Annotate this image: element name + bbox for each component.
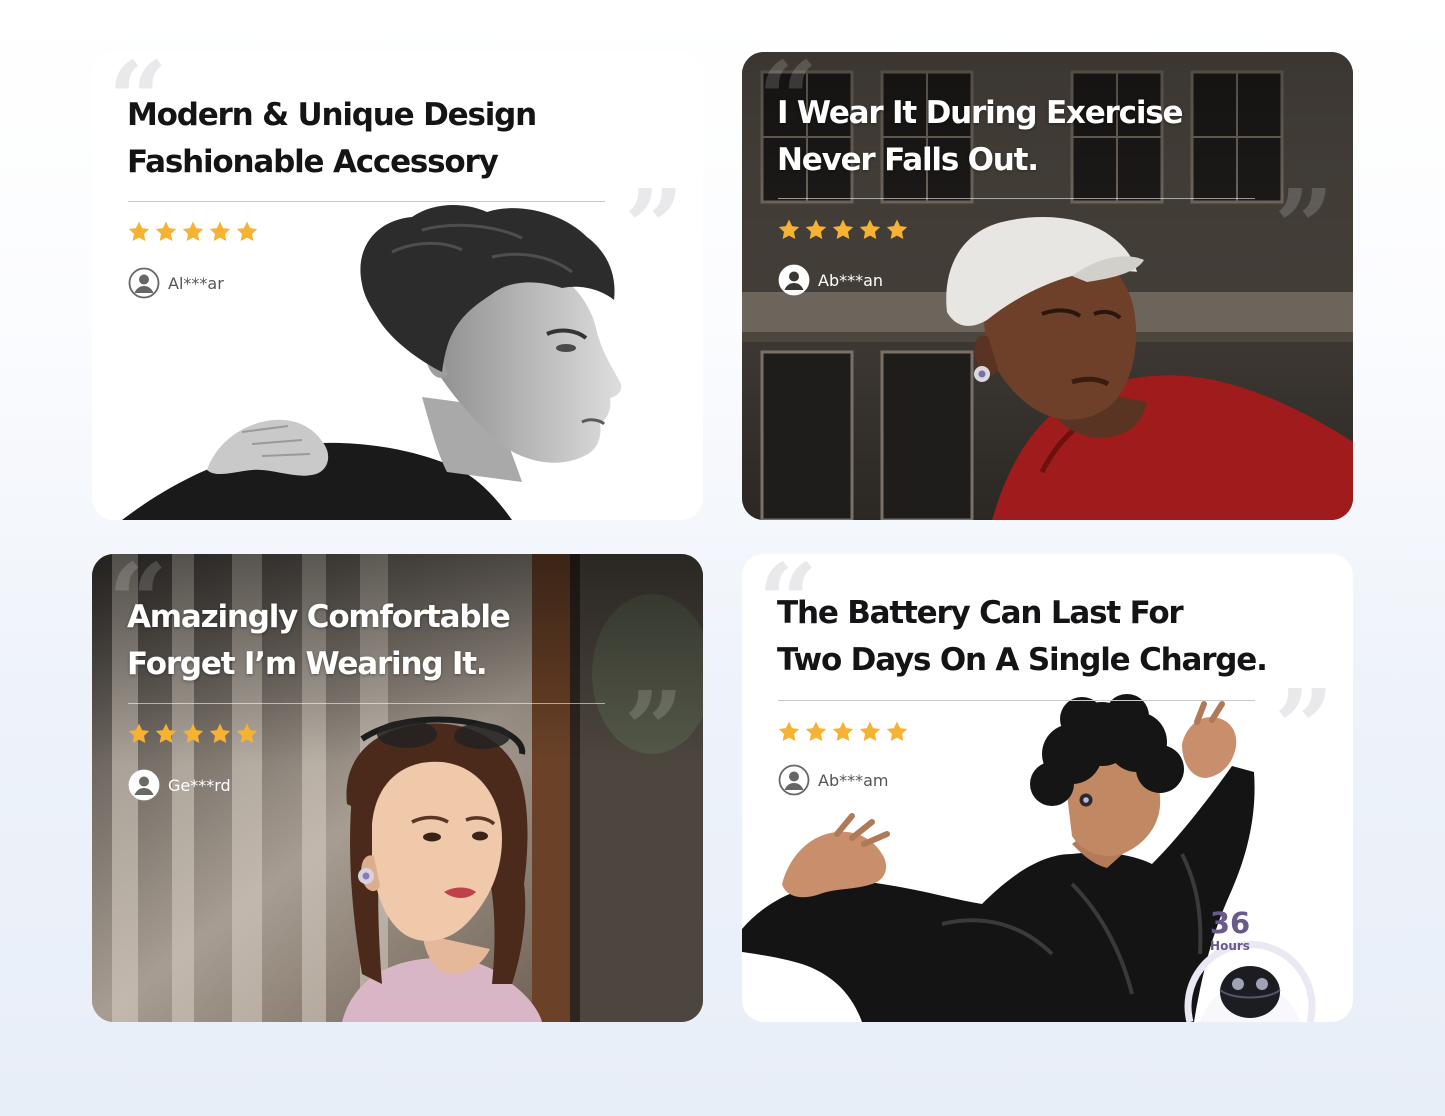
review-card-3: “ ” Amazingly Comfortable Forget I’m Wea… xyxy=(92,554,703,1022)
divider xyxy=(778,198,1255,199)
star-icon xyxy=(858,720,882,744)
star-icon xyxy=(208,722,232,746)
reviewer-name: Ab***an xyxy=(818,270,884,290)
star-icon xyxy=(208,220,232,244)
battery-hours-value: 36 xyxy=(1209,906,1251,940)
star-icon xyxy=(777,218,801,242)
reviewer: Al***ar xyxy=(128,267,224,299)
star-icon xyxy=(154,220,178,244)
star-icon xyxy=(181,722,205,746)
star-icon xyxy=(127,722,151,746)
user-avatar-icon xyxy=(778,264,810,296)
user-avatar-icon xyxy=(128,769,160,801)
divider xyxy=(128,201,605,202)
reviewer-name: Ab***am xyxy=(818,770,889,790)
star-icon xyxy=(804,218,828,242)
review-card-2: “ ” I Wear It During Exercise Never Fall… xyxy=(742,52,1353,520)
headline-line-2: Fashionable Accessory xyxy=(127,144,499,180)
divider xyxy=(778,700,1255,701)
star-icon xyxy=(235,722,259,746)
star-icon xyxy=(127,220,151,244)
star-rating xyxy=(777,218,909,246)
review-headline: The Battery Can Last For Two Days On A S… xyxy=(777,590,1337,684)
reviewer: Ab***am xyxy=(778,764,889,796)
star-icon xyxy=(804,720,828,744)
battery-hours-badge: 36 Hours xyxy=(1186,906,1316,1022)
star-icon xyxy=(831,218,855,242)
star-rating xyxy=(127,220,259,248)
star-icon xyxy=(885,720,909,744)
headline-line-1: The Battery Can Last For xyxy=(777,595,1184,631)
headline-line-1: Modern & Unique Design xyxy=(127,97,537,133)
review-headline: I Wear It During Exercise Never Falls Ou… xyxy=(777,90,1337,184)
star-rating xyxy=(777,720,909,748)
headline-line-2: Two Days On A Single Charge. xyxy=(777,642,1268,678)
review-headline: Modern & Unique Design Fashionable Acces… xyxy=(127,92,687,186)
star-icon xyxy=(831,720,855,744)
star-icon xyxy=(885,218,909,242)
star-icon xyxy=(777,720,801,744)
headline-line-1: Amazingly Comfortable xyxy=(127,599,511,635)
review-headline: Amazingly Comfortable Forget I’m Wearing… xyxy=(127,594,687,688)
review-card-4: “ ” The Battery Can Last For Two Days On… xyxy=(742,554,1353,1022)
reviewer-name: Ge***rd xyxy=(168,775,231,795)
star-icon xyxy=(235,220,259,244)
headline-line-2: Never Falls Out. xyxy=(777,142,1039,178)
headline-line-2: Forget I’m Wearing It. xyxy=(127,646,488,682)
star-icon xyxy=(181,220,205,244)
user-avatar-icon xyxy=(128,267,160,299)
star-rating xyxy=(127,722,259,750)
star-icon xyxy=(154,722,178,746)
star-icon xyxy=(858,218,882,242)
battery-hours-unit: Hours xyxy=(1210,939,1250,953)
user-avatar-icon xyxy=(778,764,810,796)
divider xyxy=(128,703,605,704)
reviewer: Ge***rd xyxy=(128,769,231,801)
review-card-1: “ ” Modern & Unique Design Fashionable A… xyxy=(92,52,703,520)
reviewer-name: Al***ar xyxy=(168,273,224,293)
headline-line-1: I Wear It During Exercise xyxy=(777,95,1184,131)
reviewer: Ab***an xyxy=(778,264,883,296)
